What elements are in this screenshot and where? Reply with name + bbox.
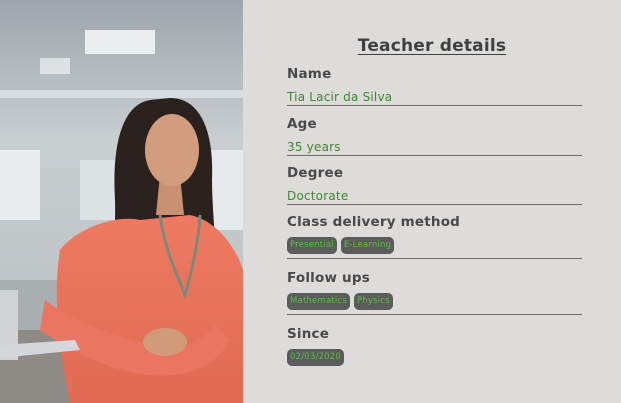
teacher-photo [0,0,243,403]
class-delivery-field: Class delivery method Presential E-Learn… [287,214,582,259]
since-chips: 02/03/2020 [287,349,582,370]
since-field: Since 02/03/2020 [287,326,582,370]
teacher-photo-illustration [0,0,243,403]
chip-presential: Presential [287,237,337,254]
name-value: Tia Lacir da Silva [287,90,582,106]
age-label: Age [287,116,317,132]
class-delivery-label: Class delivery method [287,214,461,230]
chip-e-learning: E-Learning [340,237,395,254]
degree-value: Doctorate [287,189,582,205]
teacher-card: Teacher details Name Tia Lacir da Silva … [0,0,621,403]
age-value: 35 years [287,140,582,156]
name-field: Name Tia Lacir da Silva [287,66,582,106]
chip-physics: Physics [353,293,393,310]
degree-label: Degree [287,165,344,181]
follow-ups-field: Follow ups Mathematics Physics [287,270,582,315]
follow-ups-label: Follow ups [287,270,370,286]
since-label: Since [287,326,330,342]
chip-mathematics: Mathematics [287,293,350,310]
degree-field: Degree Doctorate [287,165,582,205]
page-title: Teacher details [357,36,507,56]
name-label: Name [287,66,332,82]
follow-ups-chips: Mathematics Physics [287,293,582,315]
teacher-details-panel: Teacher details Name Tia Lacir da Silva … [243,0,621,403]
chip-since-date: 02/03/2020 [287,349,344,366]
age-field: Age 35 years [287,116,582,156]
class-delivery-chips: Presential E-Learning [287,237,582,259]
